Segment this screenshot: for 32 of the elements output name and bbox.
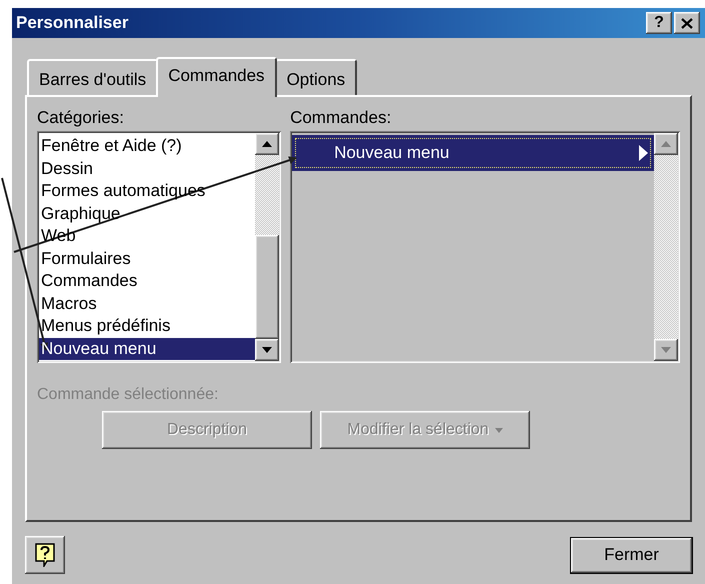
category-item[interactable]: Nouveau menu <box>39 338 256 360</box>
category-item[interactable]: Formulaires <box>39 248 256 270</box>
close-icon <box>681 18 693 28</box>
scroll-up-button[interactable] <box>654 133 678 155</box>
help-button[interactable]: ? <box>646 12 672 34</box>
category-item[interactable]: Fenêtre et Aide (?) <box>39 135 256 158</box>
down-arrow-icon <box>661 347 671 353</box>
window-title: Personnaliser <box>16 12 130 34</box>
down-arrow-icon <box>262 347 272 353</box>
tab[interactable]: Commandes <box>156 57 277 97</box>
close-button[interactable] <box>674 12 700 34</box>
tab[interactable]: Barres d'outils <box>27 59 158 95</box>
category-item[interactable]: Graphique <box>39 202 256 225</box>
category-item[interactable]: Commandes <box>39 270 256 292</box>
category-item[interactable]: Macros <box>39 292 256 315</box>
up-arrow-icon <box>262 141 272 147</box>
help-bubble-icon <box>35 543 55 567</box>
up-arrow-icon <box>661 141 671 147</box>
help-button[interactable] <box>25 536 65 574</box>
category-item[interactable]: Menus prédéfinis <box>39 315 256 338</box>
scrollbar-thumb[interactable] <box>255 235 280 339</box>
command-item[interactable]: Nouveau menu <box>292 135 654 171</box>
scroll-down-button[interactable] <box>255 339 280 361</box>
scroll-down-button[interactable] <box>654 339 678 361</box>
categories-label: Catégories: <box>37 107 125 129</box>
dropdown-caret-icon <box>494 428 503 432</box>
category-item[interactable]: Dessin <box>39 158 256 180</box>
close-dialog-button[interactable]: Fermer <box>570 536 693 574</box>
selected-command-label: Commande sélectionnée: <box>37 385 220 405</box>
tab[interactable]: Options <box>274 59 358 95</box>
scroll-up-button[interactable] <box>255 133 280 155</box>
commands-label: Commandes: <box>290 107 392 129</box>
